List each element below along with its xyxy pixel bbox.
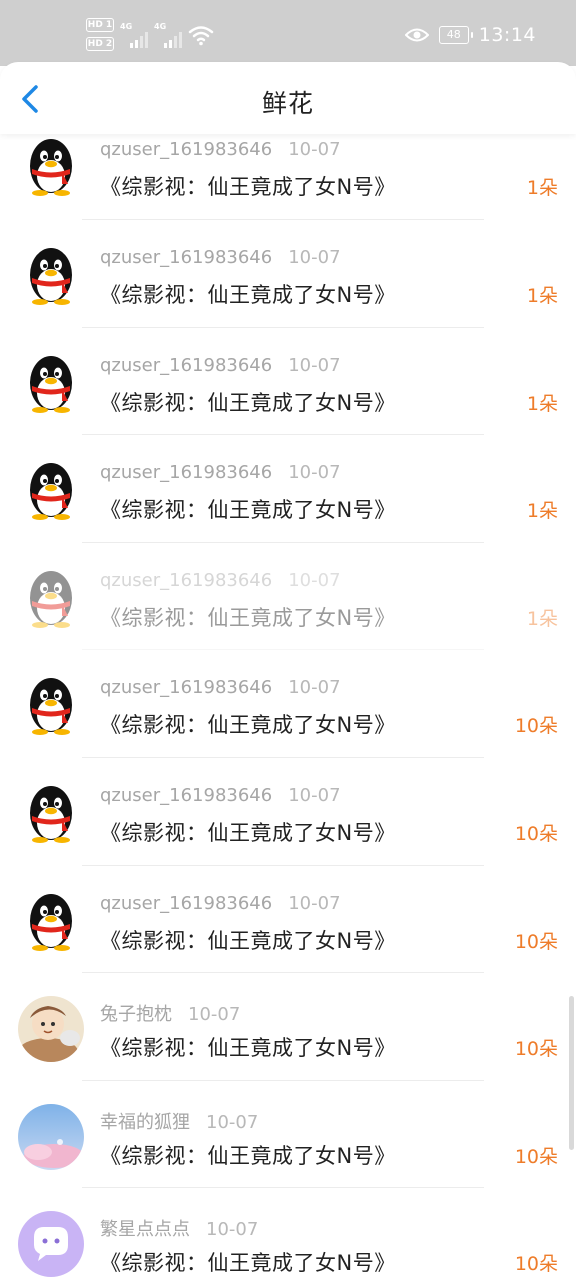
user-name: qzuser_161983646 bbox=[100, 784, 273, 806]
sky-avatar bbox=[18, 1103, 84, 1170]
item-meta: 繁星点点点 10-07 bbox=[100, 1215, 258, 1241]
item-date: 10-07 bbox=[288, 462, 341, 484]
work-title: 《综影视：仙王竟成了女N号》 bbox=[100, 175, 396, 199]
list-item[interactable]: qzuser_161983646 10-07 《综影视：仙王竟成了女N号》 10朵 bbox=[0, 650, 576, 758]
item-date: 10-07 bbox=[288, 354, 341, 376]
eye-comfort-icon bbox=[404, 28, 429, 42]
list-item[interactable]: qzuser_161983646 10-07 《综影视：仙王竟成了女N号》 1朵 bbox=[0, 435, 576, 543]
item-date: 10-07 bbox=[188, 1004, 241, 1026]
work-title: 《综影视：仙王竟成了女N号》 bbox=[100, 498, 396, 523]
flower-count: 10朵 bbox=[514, 1038, 558, 1061]
flower-count: 1朵 bbox=[526, 607, 558, 630]
status-right: 48 13:14 bbox=[404, 18, 536, 52]
scrollbar[interactable] bbox=[569, 996, 574, 1150]
list-item[interactable]: qzuser_161983646 10-07 《综影视：仙王竟成了女N号》 10朵 bbox=[0, 758, 576, 866]
penguin-icon bbox=[30, 785, 72, 843]
item-meta: qzuser_161983646 10-07 bbox=[100, 247, 341, 268]
item-date: 10-07 bbox=[288, 247, 341, 268]
work-title: 《综影视：仙王竟成了女N号》 bbox=[100, 283, 396, 307]
penguin-icon bbox=[30, 570, 72, 628]
user-name: qzuser_161983646 bbox=[100, 462, 273, 484]
flower-count: 1朵 bbox=[526, 285, 558, 307]
user-name: 繁星点点点 bbox=[100, 1219, 190, 1241]
work-title: 《综影视：仙王竟成了女N号》 bbox=[100, 390, 396, 415]
item-date: 10-07 bbox=[288, 677, 341, 699]
item-meta: qzuser_161983646 10-07 bbox=[100, 677, 341, 698]
list-item[interactable]: qzuser_161983646 10-07 《综影视：仙王竟成了女N号》 10朵 bbox=[0, 866, 576, 974]
flower-count: 10朵 bbox=[514, 1253, 558, 1276]
user-name: 兔子抱枕 bbox=[100, 1004, 172, 1026]
user-name: qzuser_161983646 bbox=[100, 569, 273, 591]
user-name: qzuser_161983646 bbox=[100, 139, 273, 160]
net2-label: 4G bbox=[154, 22, 167, 31]
list-item[interactable]: 幸福的狐狸 10-07 《综影视：仙王竟成了女N号》 10朵 bbox=[0, 1081, 576, 1189]
penguin-icon bbox=[30, 463, 72, 521]
battery-indicator: 48 bbox=[438, 26, 473, 44]
flower-count: 1朵 bbox=[526, 500, 558, 523]
item-meta: 兔子抱枕 10-07 bbox=[100, 1000, 240, 1026]
list-item[interactable]: qzuser_161983646 10-07 《综影视：仙王竟成了女N号》 1朵 bbox=[0, 134, 576, 220]
user-name: qzuser_161983646 bbox=[100, 892, 273, 914]
work-title: 《综影视：仙王竟成了女N号》 bbox=[100, 928, 396, 953]
penguin-icon bbox=[30, 355, 72, 413]
penguin-icon bbox=[30, 139, 72, 196]
item-meta: 幸福的狐狸 10-07 bbox=[100, 1108, 258, 1134]
sim1-badge: HD 1 bbox=[86, 18, 114, 32]
item-date: 10-07 bbox=[288, 139, 341, 160]
user-name: qzuser_161983646 bbox=[100, 677, 273, 699]
flower-count: 10朵 bbox=[514, 715, 558, 738]
list-item[interactable]: qzuser_161983646 10-07 《综影视：仙王竟成了女N号》 1朵 bbox=[0, 220, 576, 328]
wifi-icon bbox=[188, 26, 214, 46]
item-date: 10-07 bbox=[206, 1111, 259, 1133]
flower-count: 10朵 bbox=[514, 1145, 558, 1168]
item-meta: qzuser_161983646 10-07 bbox=[100, 785, 341, 806]
list-item[interactable]: qzuser_161983646 10-07 《综影视：仙王竟成了女N号》 1朵 bbox=[0, 328, 576, 436]
penguin-icon bbox=[30, 678, 72, 736]
flower-count: 1朵 bbox=[526, 177, 558, 199]
sim2-badge: HD 2 bbox=[86, 37, 114, 51]
net1-label: 4G bbox=[120, 22, 133, 31]
work-title: 《综影视：仙王竟成了女N号》 bbox=[100, 605, 396, 630]
sim-indicators: HD 1 HD 2 bbox=[86, 18, 114, 56]
user-name: 幸福的狐狸 bbox=[100, 1111, 190, 1133]
list-item[interactable]: 兔子抱枕 10-07 《综影视：仙王竟成了女N号》 10朵 bbox=[0, 973, 576, 1081]
penguin-icon bbox=[30, 248, 72, 305]
list-item[interactable]: qzuser_161983646 10-07 《综影视：仙王竟成了女N号》 1朵 bbox=[0, 543, 576, 651]
work-title: 《综影视：仙王竟成了女N号》 bbox=[100, 1036, 396, 1061]
item-meta: qzuser_161983646 10-07 bbox=[100, 893, 341, 914]
cartoon-avatar bbox=[18, 996, 84, 1063]
chat-bubble-avatar bbox=[18, 1211, 84, 1278]
item-date: 10-07 bbox=[206, 1219, 259, 1241]
work-title: 《综影视：仙王竟成了女N号》 bbox=[100, 820, 396, 845]
item-meta: qzuser_161983646 10-07 bbox=[100, 355, 341, 376]
page-title: 鲜花 bbox=[261, 89, 314, 118]
work-title: 《综影视：仙王竟成了女N号》 bbox=[100, 713, 396, 738]
flower-count: 10朵 bbox=[514, 822, 558, 845]
status-bar: HD 1 HD 2 4G 4G 48 13:14 bbox=[0, 0, 576, 66]
item-date: 10-07 bbox=[288, 784, 341, 806]
status-clock: 13:14 bbox=[478, 24, 536, 46]
item-meta: qzuser_161983646 10-07 bbox=[100, 139, 341, 160]
item-meta: qzuser_161983646 10-07 bbox=[100, 462, 341, 483]
work-title: 《综影视：仙王竟成了女N号》 bbox=[100, 1143, 396, 1168]
list-item[interactable]: 繁星点点点 10-07 《综影视：仙王竟成了女N号》 10朵 bbox=[0, 1188, 576, 1280]
flower-count: 1朵 bbox=[526, 392, 558, 415]
flower-list[interactable]: qzuser_161983646 10-07 《综影视：仙王竟成了女N号》 1朵 … bbox=[0, 134, 576, 1280]
item-date: 10-07 bbox=[288, 892, 341, 914]
user-name: qzuser_161983646 bbox=[100, 354, 273, 376]
item-meta: qzuser_161983646 10-07 bbox=[100, 570, 341, 591]
item-date: 10-07 bbox=[288, 569, 341, 591]
work-title: 《综影视：仙王竟成了女N号》 bbox=[100, 1251, 396, 1276]
nav-bar: 鲜花 bbox=[0, 62, 576, 134]
user-name: qzuser_161983646 bbox=[100, 247, 273, 268]
penguin-icon bbox=[30, 893, 72, 951]
flower-count: 10朵 bbox=[514, 930, 558, 953]
